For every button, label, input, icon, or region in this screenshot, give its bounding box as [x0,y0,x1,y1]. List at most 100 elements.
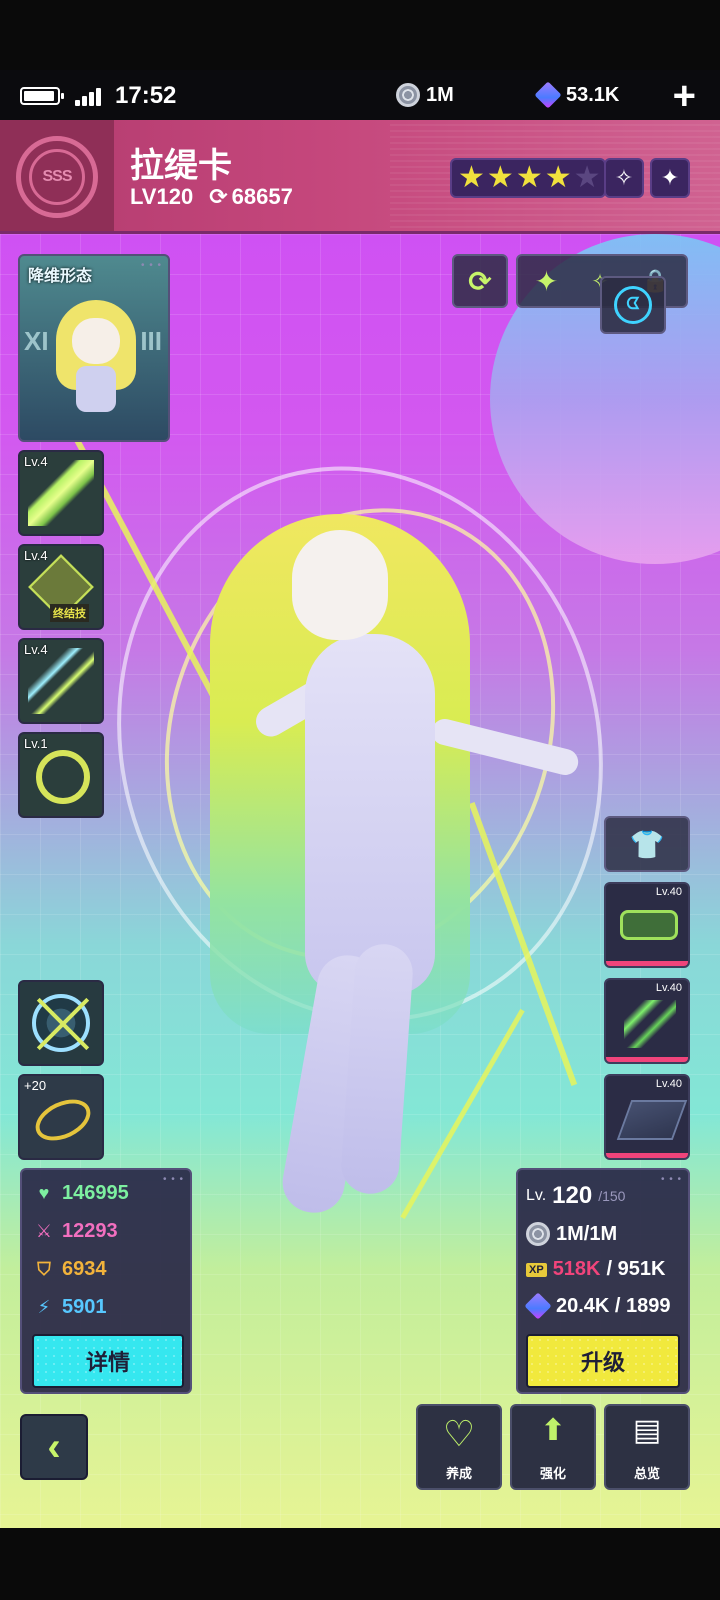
rank-badge: SSS [0,120,114,231]
bottom-bezel [0,1528,720,1600]
power-rating: ⟳ 68657 [209,184,293,210]
skill-level: Lv.1 [24,736,48,751]
coin-amount: 1M [426,83,454,106]
star-rating[interactable]: ★ ★ ★ ★ ★ [450,158,606,198]
claw-icon [624,1000,676,1048]
character-level: LV120 [130,184,194,209]
gear-slot-goggles[interactable]: Lv.40 [604,882,690,968]
signal-icon [75,88,101,106]
awaken-icon: ✦ [660,165,680,190]
stat-speed: ⚡ 5901 [34,1296,107,1319]
sparkle-icon: ✧ [614,165,634,190]
refresh-icon: ⟳ [468,265,492,297]
cube-row: 20.4K / 1899 [524,1292,671,1320]
level-row: Lv. 120 /150 [526,1182,625,1210]
skill-level: Lv.4 [24,642,48,657]
shield-icon: ⛉ [37,1259,51,1279]
character-body [305,634,435,994]
speed-value: 5901 [62,1296,107,1318]
swap-button[interactable]: ⟳ [452,254,508,308]
status-bar: 17:52 1M 53.1K + [0,70,720,120]
cube-amount: 53.1K [566,83,620,106]
awaken-button[interactable]: ✦ [650,158,690,198]
cube-icon [534,81,562,109]
skill-slot-3[interactable]: Lv.4 [18,638,104,724]
slash-skill-icon [28,648,94,714]
gear-slot-claw[interactable]: Lv.40 [604,978,690,1064]
xp-row: XP 518K / 951K [526,1258,665,1281]
star-icon: ★ [458,161,485,194]
clock-skill-icon [36,750,90,804]
xp-icon: XP [526,1262,547,1277]
overview-label: 总览 [633,1466,660,1481]
stat-defense: ⛉ 6934 [34,1258,107,1281]
outfit-button[interactable]: 👕 [604,816,690,872]
stat-hp: ♥ 146995 [34,1182,129,1205]
gear-level: Lv.40 [655,1078,682,1090]
chip-upgrade-icon: ⬆ [540,1414,566,1447]
coin-row: 1M/1M [526,1222,617,1246]
cube-icon [524,1292,552,1320]
star-icon: ★ [515,161,543,194]
overview-button[interactable]: ▤ 总览 [604,1404,690,1490]
roman-numeral: XI [24,326,49,356]
stats-panel: • • • ♥ 146995 ⚔ 12293 ⛉ 6934 ⚡ 5901 详情 [20,1168,192,1394]
character-name: 拉缇卡 [130,147,232,185]
form-portrait-card[interactable]: • • • 降维形态 XI III [18,254,170,442]
cube-currency[interactable]: 53.1K [534,81,620,109]
chibi-body [76,366,116,412]
star-icon: ★ [544,161,572,194]
nurture-button[interactable]: ♡ 养成 [416,1404,502,1490]
level-panel: • • • Lv. 120 /150 1M/1M XP 518K / 951K … [516,1168,690,1394]
character-level-row: LV120 ⟳ 68657 [130,184,293,210]
pet-button[interactable]: ᗧ [600,276,666,334]
form-title: 降维形态 [28,268,93,285]
gear-slot-boots[interactable]: Lv.40 [604,1074,690,1160]
heart-pulse-icon: ♥ [38,1183,50,1203]
defense-value: 6934 [62,1258,107,1280]
add-currency-button[interactable]: + [673,74,696,119]
back-button[interactable]: ‹ [20,1414,88,1480]
skill-slot-4[interactable]: Lv.1 [18,732,104,818]
folder-pulse-icon: ▤ [632,1414,662,1447]
gear-level: Lv.40 [655,886,682,898]
level-max: /150 [598,1188,626,1204]
skill-level: Lv.4 [24,454,48,469]
chevron-left-icon: ‹ [47,1424,61,1469]
pet-face-icon: ᗧ [614,286,652,324]
power-value: 68657 [231,184,293,209]
gear-rarity-bar [606,1057,688,1062]
skill-slot-2[interactable]: Lv.4 终结技 [18,544,104,630]
skill-slot-1[interactable]: Lv.4 [18,450,104,536]
gear-rarity-bar [606,961,688,966]
chibi-face [72,318,120,364]
roman-numeral: III [140,326,162,356]
orbit-icon [29,1091,97,1149]
enhance-label: 强化 [539,1466,566,1481]
orbit-emblem[interactable]: +20 [18,1074,104,1160]
ultimate-tag: 终结技 [50,604,89,622]
detail-button[interactable]: 详情 [32,1334,184,1388]
rank-label: SSS [29,149,85,205]
enhance-button[interactable]: ⬆ 强化 [510,1404,596,1490]
cube-progress: 20.4K / 1899 [556,1294,671,1317]
upgrade-button[interactable]: 升级 [526,1334,680,1388]
top-bezel [0,0,720,70]
coin-icon [396,83,420,107]
attack-value: 12293 [62,1220,118,1242]
character-scene: • • • 降维形态 XI III Lv.4 Lv.4 终结技 Lv.4 Lv.… [0,234,720,1528]
hp-value: 146995 [62,1182,129,1204]
clock: 17:52 [115,82,177,109]
sparkle-button[interactable]: ✧ [604,158,644,198]
panel-dots: • • • [162,1174,184,1185]
sword-icon: ⚔ [35,1221,53,1241]
lightning-icon: ⚡ [37,1297,51,1317]
coin-currency[interactable]: 1M [396,83,454,107]
panel-dots: • • • [660,1174,682,1185]
goggles-icon [620,910,678,940]
battery-icon [20,87,64,105]
core-emblem[interactable] [18,980,104,1066]
nurture-label: 养成 [445,1466,472,1481]
character-header: SSS 拉缇卡 LV120 ⟳ 68657 ★ ★ ★ ★ ★ ✧ ✦ [0,120,720,234]
level-label: Lv. [526,1187,547,1204]
